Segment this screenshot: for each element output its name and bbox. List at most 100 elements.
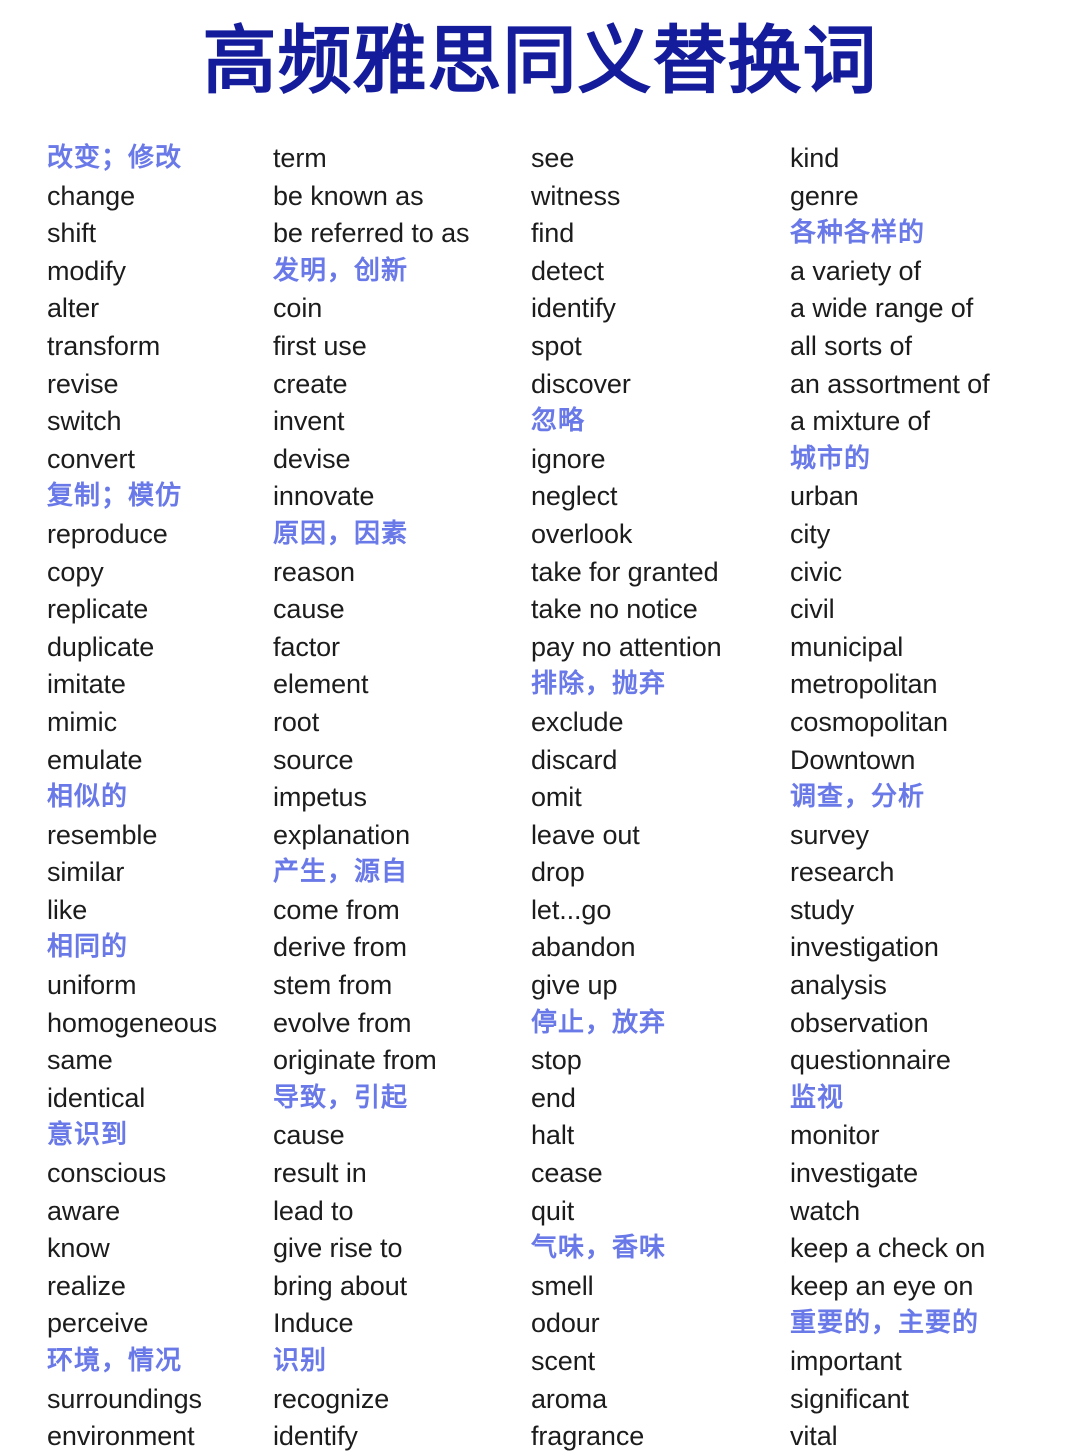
column-4: kind genre 各种各样的 a variety of a wide range o… <box>780 140 1080 1451</box>
word-item: identify <box>273 1421 358 1452</box>
word-item: odour <box>531 1308 600 1339</box>
word-item: stop <box>531 1045 582 1076</box>
word-item: element <box>273 669 369 700</box>
word-item: fragrance <box>531 1421 645 1452</box>
word-item: halt <box>531 1120 575 1151</box>
word-item: root <box>273 706 320 737</box>
category-heading: 识别 <box>273 1346 328 1376</box>
page-title: 高频雅思同义替换词 <box>202 18 878 104</box>
word-item: city <box>790 518 831 549</box>
word-item: first use <box>273 330 367 361</box>
category-heading: 复制；模仿 <box>47 481 183 512</box>
word-item: an assortment of <box>790 368 990 399</box>
category-heading: 相似的 <box>47 782 129 813</box>
word-item: recognize <box>273 1383 390 1414</box>
word-item: lead to <box>273 1195 354 1226</box>
column-2: term be known as be referred to as 发明，创新 coi… <box>262 140 521 1451</box>
column-3: see witness find detect identify spot discover… <box>521 140 780 1451</box>
word-item: result in <box>273 1158 367 1189</box>
word-item: be known as <box>273 180 424 211</box>
word-item: explanation <box>273 819 411 850</box>
word-item: omit <box>531 782 582 813</box>
word-item: realize <box>47 1270 126 1301</box>
word-item: reproduce <box>47 518 168 549</box>
category-heading: 发明，创新 <box>273 255 409 286</box>
word-item: term <box>273 143 327 173</box>
word-item: perceive <box>47 1308 149 1339</box>
word-item: aroma <box>531 1383 608 1414</box>
word-item: a mixture of <box>790 406 930 437</box>
word-item: neglect <box>531 481 618 512</box>
word-item: quit <box>531 1195 575 1226</box>
word-item: reason <box>273 556 355 587</box>
word-item: scent <box>531 1346 596 1376</box>
word-item: replicate <box>47 594 149 625</box>
word-item: derive from <box>273 932 407 963</box>
category-heading: 各种各样的 <box>790 218 926 249</box>
word-item: shift <box>47 218 97 249</box>
word-item: cause <box>273 594 345 625</box>
word-item: keep an eye on <box>790 1270 974 1301</box>
vocabulary-poster: 高频雅思同义替换词 改变；修改 change shift modify alter tra… <box>0 0 1080 1451</box>
word-item: civil <box>790 594 835 625</box>
word-item: homogeneous <box>47 1007 218 1038</box>
word-item: Induce <box>273 1308 354 1339</box>
category-heading: 产生，源自 <box>273 857 409 888</box>
category-heading: 排除，抛弃 <box>531 669 667 700</box>
word-item: Downtown <box>790 744 916 775</box>
category-heading: 重要的，主要的 <box>790 1308 980 1339</box>
word-item: abandon <box>531 932 636 963</box>
word-item: revise <box>47 368 119 399</box>
word-item: smell <box>531 1270 594 1301</box>
word-item: watch <box>790 1195 861 1226</box>
word-item: significant <box>790 1383 909 1414</box>
category-heading: 城市的 <box>790 443 872 474</box>
word-item: a variety of <box>790 255 921 286</box>
word-item: research <box>790 857 895 888</box>
word-item: study <box>790 894 855 925</box>
category-heading: 监视 <box>790 1082 845 1113</box>
word-item: invent <box>273 406 345 437</box>
word-item: cause <box>273 1120 345 1151</box>
word-item: civic <box>790 556 842 587</box>
word-item: modify <box>47 255 126 286</box>
word-item: alter <box>47 293 100 324</box>
word-item: switch <box>47 406 122 437</box>
category-heading: 环境，情况 <box>47 1346 183 1376</box>
word-item: cosmopolitan <box>790 706 948 737</box>
word-item: keep a check on <box>790 1233 986 1264</box>
word-item: transform <box>47 330 161 361</box>
word-item: evolve from <box>273 1007 412 1038</box>
word-item: imitate <box>47 669 126 700</box>
word-item: see <box>531 143 575 173</box>
word-item: like <box>47 894 88 925</box>
word-item: identical <box>47 1082 146 1113</box>
word-item: factor <box>273 631 340 662</box>
word-item: bring about <box>273 1270 408 1301</box>
word-item: municipal <box>790 631 904 662</box>
word-item: come from <box>273 894 400 925</box>
word-item: emulate <box>47 744 143 775</box>
word-item: detect <box>531 255 604 286</box>
word-item: witness <box>531 180 621 211</box>
category-heading: 停止，放弃 <box>531 1007 667 1038</box>
word-columns: 改变；修改 change shift modify alter transform revi… <box>0 140 1080 1451</box>
word-item: ignore <box>531 443 606 474</box>
word-item: stem from <box>273 970 393 1001</box>
word-item: discover <box>531 368 631 399</box>
word-item: cease <box>531 1158 603 1189</box>
word-item: take no notice <box>531 594 698 625</box>
word-item: urban <box>790 481 859 512</box>
word-item: create <box>273 368 348 399</box>
word-item: exclude <box>531 706 624 737</box>
category-heading: 改变；修改 <box>47 143 183 173</box>
word-item: originate from <box>273 1045 437 1076</box>
word-item: overlook <box>531 518 633 549</box>
word-item: innovate <box>273 481 375 512</box>
word-item: end <box>531 1082 576 1113</box>
word-item: investigate <box>790 1158 918 1189</box>
word-item: conscious <box>47 1158 167 1189</box>
word-item: survey <box>790 819 869 850</box>
word-item: aware <box>47 1195 121 1226</box>
category-heading: 调查，分析 <box>790 782 926 813</box>
